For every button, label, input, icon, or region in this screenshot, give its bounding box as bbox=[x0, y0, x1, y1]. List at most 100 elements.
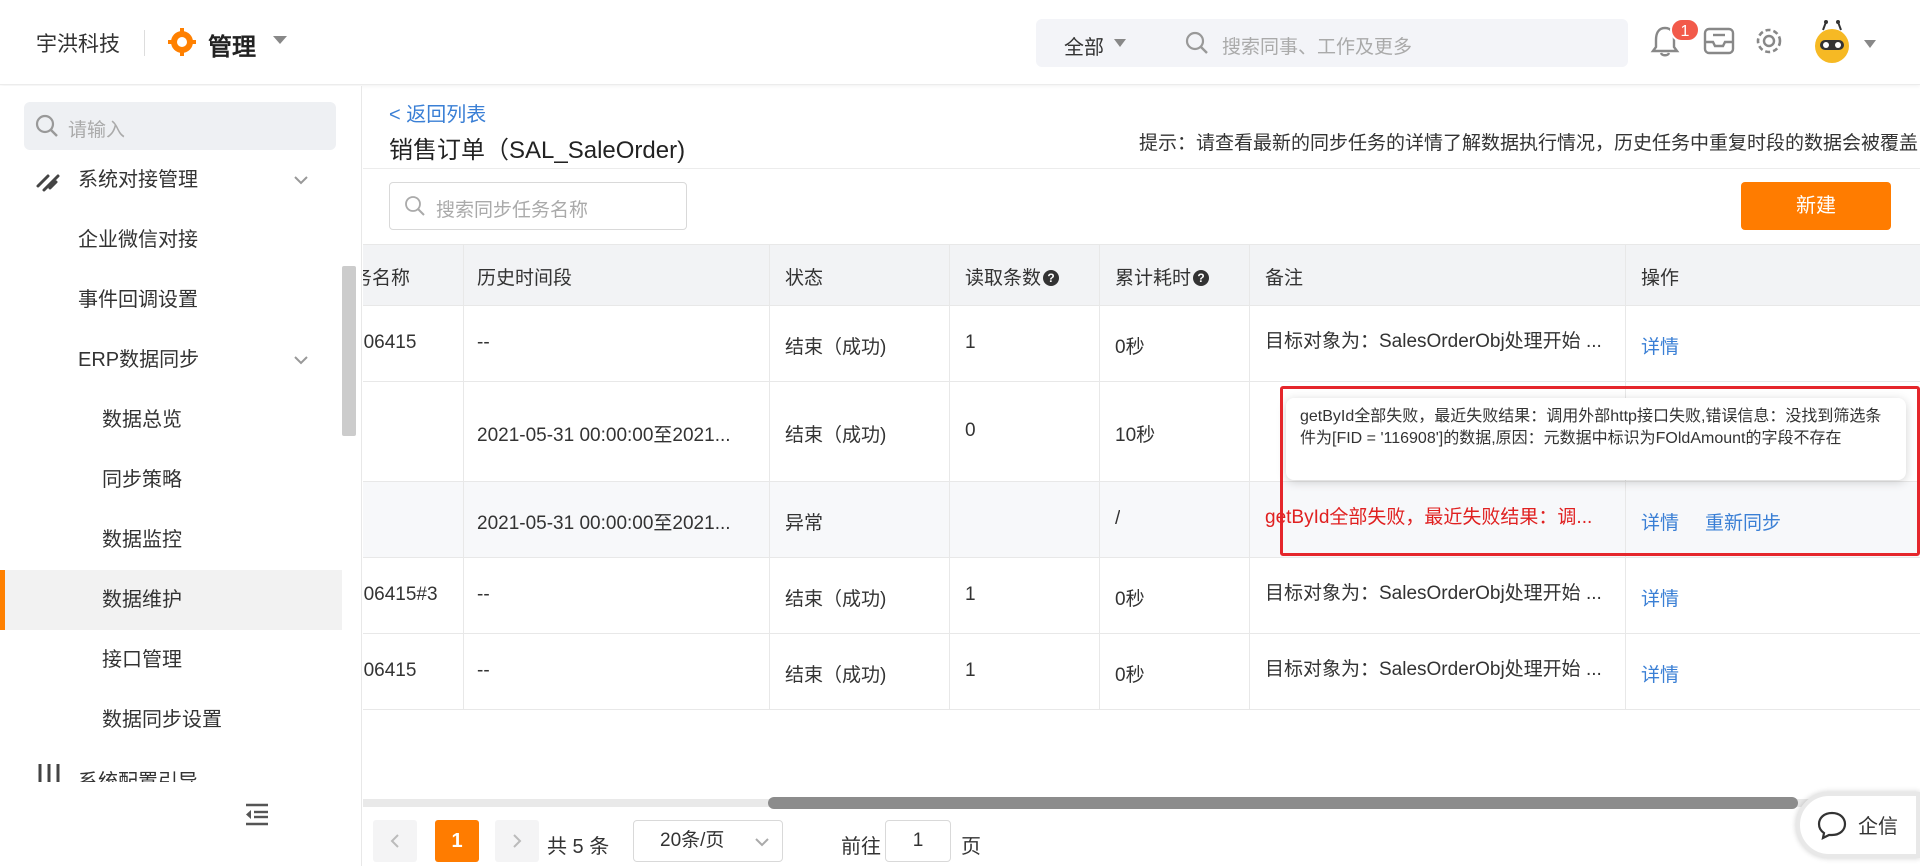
cell-time: 0秒 bbox=[1115, 337, 1145, 358]
notification-badge: 1 bbox=[1670, 18, 1700, 42]
cell-count: 1 bbox=[965, 332, 976, 353]
col-header-count: 读取条数? bbox=[965, 263, 1060, 290]
link-icon bbox=[36, 174, 60, 192]
detail-link[interactable]: 详情 bbox=[1641, 508, 1679, 535]
chevron-down-icon bbox=[294, 176, 308, 185]
sidebar-item-label: 企业微信对接 bbox=[78, 229, 198, 251]
help-icon[interactable]: ? bbox=[1193, 270, 1210, 286]
col-header-name: 务名称 bbox=[363, 268, 411, 289]
cell-period: 2021-05-31 00:00:00至2021... bbox=[477, 513, 731, 534]
user-avatar[interactable] bbox=[1808, 18, 1856, 66]
column-divider bbox=[463, 244, 464, 710]
cell-period: -- bbox=[477, 584, 490, 605]
sidebar-item-erp-sync[interactable]: ERP数据同步 bbox=[0, 330, 342, 390]
goto-label: 前往 bbox=[841, 836, 881, 858]
chevron-right-icon bbox=[513, 834, 522, 848]
cell-count: 1 bbox=[965, 660, 976, 681]
cell-note: 目标对象为：SalesOrderObj处理开始 ... bbox=[1265, 331, 1602, 352]
collapse-menu-icon[interactable] bbox=[244, 802, 270, 826]
col-header-actions: 操作 bbox=[1641, 268, 1680, 289]
gear-brand-icon bbox=[168, 28, 196, 56]
task-search-input[interactable]: 搜索同步任务名称 bbox=[436, 195, 588, 222]
detail-link[interactable]: 详情 bbox=[1641, 584, 1679, 611]
cell-time: / bbox=[1115, 508, 1121, 529]
col-header-count-label: 读取条数 bbox=[965, 268, 1042, 289]
task-search[interactable]: 搜索同步任务名称 bbox=[389, 182, 687, 230]
cell-status: 结束（成功) bbox=[785, 337, 887, 358]
prev-page-button[interactable] bbox=[373, 820, 417, 862]
sidebar-item-label: 数据维护 bbox=[102, 589, 182, 611]
detail-link[interactable]: 详情 bbox=[1641, 660, 1679, 687]
page-size-select[interactable]: 20条/页 bbox=[633, 820, 783, 862]
search-icon bbox=[1185, 31, 1208, 54]
sidebar-item-data-overview[interactable]: 数据总览 bbox=[0, 390, 342, 450]
sidebar-item-data-maintenance[interactable]: 数据维护 bbox=[0, 570, 342, 630]
error-tooltip: getById全部失败，最近失败结果：调用外部http接口失败,错误信息：没找到… bbox=[1286, 398, 1906, 480]
page-size-value: 20条/页 bbox=[660, 830, 725, 851]
sidebar-item-sync-strategy[interactable]: 同步策略 bbox=[0, 450, 342, 510]
inbox-icon[interactable] bbox=[1700, 22, 1738, 60]
divider bbox=[363, 168, 1920, 169]
next-page-button[interactable] bbox=[495, 820, 539, 862]
sidebar-item-event-callback[interactable]: 事件回调设置 bbox=[0, 270, 342, 330]
cell-status: 异常 bbox=[785, 513, 824, 534]
back-to-list-link[interactable]: < 返回列表 bbox=[389, 98, 486, 127]
col-header-status: 状态 bbox=[785, 268, 824, 289]
column-divider bbox=[769, 244, 770, 710]
goto-page-input[interactable]: 1 bbox=[885, 820, 951, 862]
caret-down-icon[interactable] bbox=[270, 33, 290, 47]
sidebar-item-config-guide[interactable]: 系统配置引导 bbox=[0, 750, 342, 782]
cell-status: 结束（成功) bbox=[785, 665, 887, 686]
table-header: 务名称 历史时间段 状态 读取条数? 累计耗时? 备注 操作 bbox=[363, 244, 1920, 306]
table-row: 2021-05-31 00:00:00至2021... 异常 / getById… bbox=[363, 482, 1920, 558]
sidebar-item-api-management[interactable]: 接口管理 bbox=[0, 630, 342, 690]
settings-gear-icon[interactable] bbox=[1750, 22, 1788, 60]
cell-note: 目标对象为：SalesOrderObj处理开始 ... bbox=[1265, 583, 1602, 604]
chat-widget[interactable]: 企信 bbox=[1796, 792, 1920, 858]
resync-link[interactable]: 重新同步 bbox=[1705, 508, 1781, 535]
new-button[interactable]: 新建 bbox=[1741, 182, 1891, 230]
table-row: 006415#3 -- 结束（成功) 1 0秒 目标对象为：SalesOrder… bbox=[363, 558, 1920, 634]
col-header-period: 历史时间段 bbox=[477, 268, 573, 289]
pagination: 1 共 5 条 20条/页 前往 1 页 bbox=[363, 820, 1920, 866]
sidebar-search-input[interactable]: 请输入 bbox=[68, 115, 125, 142]
sliders-icon bbox=[38, 764, 60, 782]
cell-name: 006415 bbox=[363, 660, 417, 681]
column-divider bbox=[949, 244, 950, 710]
sidebar-item-data-monitor[interactable]: 数据监控 bbox=[0, 510, 342, 570]
cell-status: 结束（成功) bbox=[785, 589, 887, 610]
table-row: 006415 -- 结束（成功) 1 0秒 目标对象为：SalesOrderOb… bbox=[363, 306, 1920, 382]
cell-period: 2021-05-31 00:00:00至2021... bbox=[477, 425, 731, 446]
caret-down-icon[interactable] bbox=[1112, 37, 1128, 49]
sidebar-search[interactable]: 请输入 bbox=[24, 102, 336, 150]
cell-count: 1 bbox=[965, 584, 976, 605]
total-count: 共 5 条 bbox=[547, 836, 610, 858]
sidebar-scrollbar[interactable] bbox=[342, 266, 356, 436]
detail-link[interactable]: 详情 bbox=[1641, 332, 1679, 359]
cell-name: 006415 bbox=[363, 332, 417, 353]
module-title[interactable]: 管理 bbox=[208, 27, 256, 62]
global-search-input[interactable]: 搜索同事、工作及更多 bbox=[1222, 32, 1412, 59]
search-scope-select[interactable]: 全部 bbox=[1064, 31, 1104, 60]
table-hscroll-thumb[interactable] bbox=[768, 797, 1798, 809]
col-header-time: 累计耗时? bbox=[1115, 263, 1210, 290]
sidebar-item-label: 数据总览 bbox=[102, 409, 182, 431]
col-header-note: 备注 bbox=[1265, 268, 1304, 289]
cell-period: -- bbox=[477, 660, 490, 681]
caret-down-icon[interactable] bbox=[1862, 38, 1878, 50]
chat-bubble-icon bbox=[1817, 811, 1847, 840]
company-name[interactable]: 宇洪科技 bbox=[36, 28, 120, 58]
chevron-left-icon bbox=[390, 834, 399, 848]
page-title: 销售订单（SAL_SaleOrder) bbox=[389, 137, 686, 164]
sidebar-item-wecom[interactable]: 企业微信对接 bbox=[0, 210, 342, 270]
sidebar: 请输入 系统对接管理 企业微信对接 事件回调设置 ERP数据同步 数据总览 同步… bbox=[0, 86, 362, 866]
sidebar-item-sync-settings[interactable]: 数据同步设置 bbox=[0, 690, 342, 750]
cell-name: 006415#3 bbox=[363, 584, 438, 605]
page-number-current[interactable]: 1 bbox=[435, 820, 479, 862]
hint-text: 提示：请查看最新的同步任务的详情了解数据执行情况，历史任务中重复时段的数据会被覆… bbox=[1138, 133, 1918, 154]
search-icon bbox=[35, 114, 58, 137]
sidebar-item-system-integration[interactable]: 系统对接管理 bbox=[0, 150, 342, 210]
cell-note-error[interactable]: getById全部失败，最近失败结果：调... bbox=[1265, 502, 1592, 529]
help-icon[interactable]: ? bbox=[1043, 270, 1060, 286]
cell-time: 0秒 bbox=[1115, 589, 1145, 610]
